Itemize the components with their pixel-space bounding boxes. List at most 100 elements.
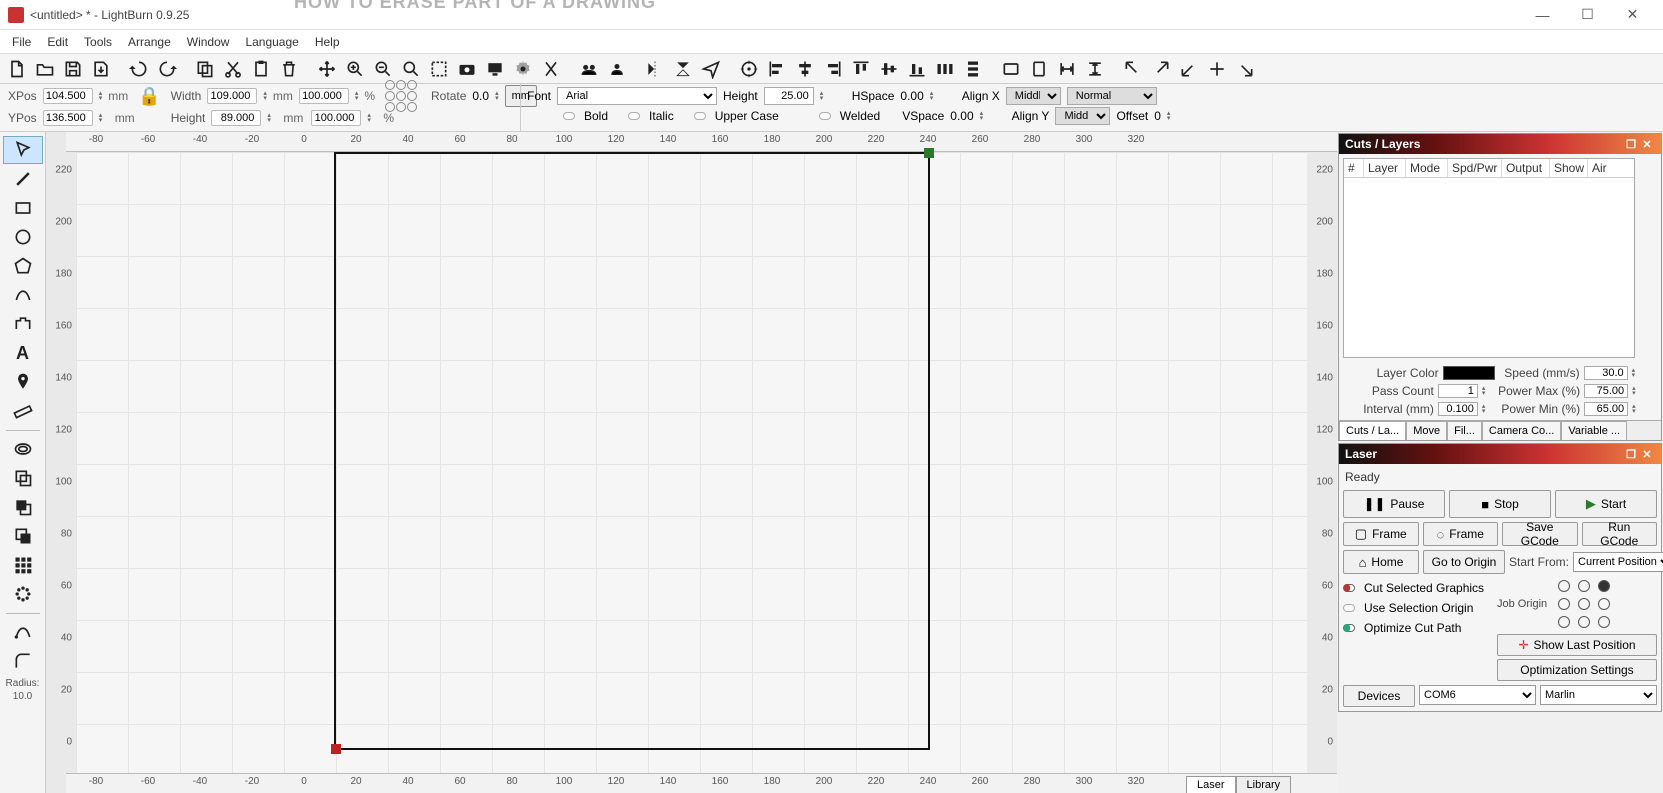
menu-language[interactable]: Language <box>237 32 306 52</box>
move-center-icon[interactable] <box>1204 56 1230 82</box>
vspace-spinner[interactable] <box>980 111 990 121</box>
optimization-settings-button[interactable]: Optimization Settings <box>1497 659 1657 681</box>
position-tool[interactable] <box>3 368 43 396</box>
pmin-input[interactable] <box>1584 402 1628 416</box>
tab-variable[interactable]: Variable ... <box>1561 421 1627 440</box>
cut-selected-toggle[interactable] <box>1343 584 1355 592</box>
menu-help[interactable]: Help <box>307 32 348 52</box>
edit-nodes-tool[interactable] <box>3 281 43 309</box>
panel-restore-icon[interactable]: ❐ <box>1623 136 1639 152</box>
boolean-subtract-tool[interactable] <box>3 493 43 521</box>
align-left-icon[interactable] <box>764 56 790 82</box>
pmax-input[interactable] <box>1584 384 1628 398</box>
layers-table[interactable]: # Layer Mode Spd/Pwr Output Show Air <box>1343 158 1635 358</box>
save-gcode-button[interactable]: Save GCode <box>1502 522 1578 546</box>
xpos-spinner[interactable] <box>99 91 103 101</box>
italic-toggle[interactable] <box>628 112 640 120</box>
height-pct-spinner[interactable] <box>367 113 377 123</box>
interval-input[interactable] <box>1438 402 1478 416</box>
move-br-icon[interactable] <box>1232 56 1258 82</box>
edit-path-tool[interactable] <box>3 618 43 646</box>
boolean-intersect-tool[interactable] <box>3 522 43 550</box>
width-input[interactable] <box>207 88 257 104</box>
interval-spinner[interactable] <box>1482 404 1491 414</box>
welded-toggle[interactable] <box>819 112 831 120</box>
panel-close-icon[interactable]: ✕ <box>1639 136 1655 152</box>
import-icon[interactable] <box>88 56 114 82</box>
rotate-spinner[interactable] <box>495 91 499 101</box>
save-icon[interactable] <box>60 56 86 82</box>
rectangle-tool[interactable] <box>3 194 43 222</box>
text-height-spinner[interactable] <box>820 91 830 101</box>
aligny-select[interactable]: Middle <box>1055 107 1110 125</box>
copy-icon[interactable] <box>192 56 218 82</box>
move-tl-icon[interactable] <box>1120 56 1146 82</box>
start-button[interactable]: ▶Start <box>1555 490 1657 518</box>
menu-window[interactable]: Window <box>179 32 238 52</box>
ypos-spinner[interactable] <box>99 113 109 123</box>
upper-toggle[interactable] <box>694 112 706 120</box>
maximize-button[interactable]: ☐ <box>1565 1 1610 29</box>
laser-panel-restore-icon[interactable]: ❐ <box>1623 446 1639 462</box>
use-sel-origin-toggle[interactable] <box>1343 604 1355 612</box>
radial-array-tool[interactable] <box>3 580 43 608</box>
text-tool[interactable]: A <box>3 339 43 367</box>
ypos-input[interactable] <box>43 110 93 126</box>
height-input[interactable] <box>211 110 261 126</box>
width-pct-spinner[interactable] <box>355 91 359 101</box>
measure-tool[interactable] <box>3 397 43 425</box>
ellipse-tool[interactable] <box>3 223 43 251</box>
width-spinner[interactable] <box>263 91 267 101</box>
group-icon[interactable] <box>576 56 602 82</box>
height-spinner[interactable] <box>267 113 277 123</box>
bold-toggle[interactable] <box>563 112 575 120</box>
distribute-v-icon[interactable] <box>960 56 986 82</box>
tab-move[interactable]: Move <box>1406 421 1447 440</box>
tab-tool[interactable] <box>3 310 43 338</box>
start-from-select[interactable]: Current Position <box>1573 552 1663 572</box>
port-select[interactable]: COM6 <box>1419 685 1536 705</box>
open-file-icon[interactable] <box>32 56 58 82</box>
align-right-icon[interactable] <box>820 56 846 82</box>
send-icon[interactable] <box>698 56 724 82</box>
menu-file[interactable]: File <box>4 32 39 52</box>
zoom-fit-icon[interactable] <box>398 56 424 82</box>
pass-input[interactable] <box>1438 384 1478 398</box>
devices-button[interactable]: Devices <box>1343 685 1415 707</box>
bottom-tab-library[interactable]: Library <box>1236 776 1292 793</box>
device-settings-icon[interactable] <box>538 56 564 82</box>
laser-panel-close-icon[interactable]: ✕ <box>1639 446 1655 462</box>
space-v-icon[interactable] <box>1082 56 1108 82</box>
align-hcenter-icon[interactable] <box>792 56 818 82</box>
pan-icon[interactable] <box>314 56 340 82</box>
pmin-spinner[interactable] <box>1632 404 1641 414</box>
undo-icon[interactable] <box>126 56 152 82</box>
canvas[interactable] <box>76 152 1307 773</box>
delete-icon[interactable] <box>276 56 302 82</box>
mirror-h-icon[interactable] <box>642 56 668 82</box>
frame-selection-icon[interactable] <box>426 56 452 82</box>
same-height-icon[interactable] <box>1026 56 1052 82</box>
paste-icon[interactable] <box>248 56 274 82</box>
text-height-input[interactable] <box>764 87 814 105</box>
align-center-icon[interactable] <box>736 56 762 82</box>
space-h-icon[interactable] <box>1054 56 1080 82</box>
move-tr-icon[interactable] <box>1148 56 1174 82</box>
show-last-position-button[interactable]: ✛Show Last Position <box>1497 634 1657 656</box>
pause-button[interactable]: ❚❚Pause <box>1343 490 1445 518</box>
minimize-button[interactable]: — <box>1520 1 1565 29</box>
redo-icon[interactable] <box>154 56 180 82</box>
firmware-select[interactable]: Marlin <box>1540 685 1657 705</box>
offset-spinner[interactable] <box>1167 111 1177 121</box>
ungroup-icon[interactable] <box>604 56 630 82</box>
tab-cuts[interactable]: Cuts / La... <box>1339 421 1406 440</box>
menu-tools[interactable]: Tools <box>76 32 120 52</box>
speed-input[interactable] <box>1584 366 1628 380</box>
grid-array-tool[interactable] <box>3 551 43 579</box>
frame-circle-button[interactable]: ◌Frame <box>1423 522 1499 546</box>
zoom-in-icon[interactable] <box>342 56 368 82</box>
pmax-spinner[interactable] <box>1632 386 1641 396</box>
xpos-input[interactable] <box>43 88 93 104</box>
run-gcode-button[interactable]: Run GCode <box>1582 522 1658 546</box>
pass-spinner[interactable] <box>1482 386 1491 396</box>
